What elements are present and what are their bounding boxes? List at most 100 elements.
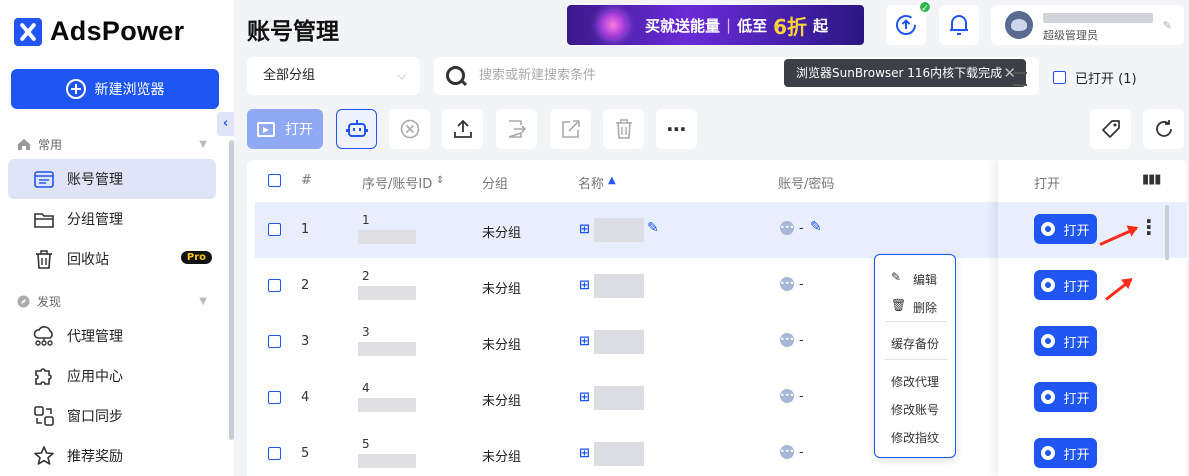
delete-button[interactable]	[603, 109, 644, 149]
section-discover-label: 发现	[37, 295, 62, 309]
row-group: 未分组	[482, 450, 522, 465]
upload-button[interactable]	[442, 109, 483, 149]
share-button[interactable]	[550, 109, 591, 149]
account-platform-icon: •••	[780, 389, 794, 403]
frozen-actions-column: 打开 ▮▮▮ 打开 打开 打开 打开 打开 · · ·	[998, 160, 1187, 476]
tag-icon	[1101, 120, 1120, 138]
sidebar-item-group-management[interactable]: 分组管理	[8, 199, 216, 239]
opened-label: 已打开 (1)	[1075, 72, 1137, 87]
redacted-name	[594, 442, 644, 466]
open-selected-button[interactable]: 打开	[247, 109, 323, 149]
sidebar-item-label: 回收站	[67, 252, 109, 268]
energy-gem-icon	[599, 11, 627, 39]
update-button[interactable]: ✓	[886, 0, 932, 45]
logo[interactable]: AdsPower	[14, 16, 184, 47]
row-account: -	[799, 277, 804, 292]
row-checkbox[interactable]	[268, 279, 281, 292]
open-profile-button[interactable]: 打开	[1034, 214, 1097, 244]
refresh-button[interactable]	[1143, 109, 1184, 149]
open-label: 打开	[285, 122, 313, 138]
col-name[interactable]: 名称	[578, 173, 604, 192]
column-settings-icon[interactable]: ▮▮▮	[1142, 172, 1161, 187]
row-checkbox[interactable]	[268, 447, 281, 460]
col-open: 打开	[1034, 177, 1061, 192]
menu-edit-account[interactable]: 修改账号	[891, 401, 939, 418]
edit-pencil-icon[interactable]: ✎	[1163, 19, 1172, 32]
open-profile-button[interactable]: 打开	[1034, 326, 1097, 356]
select-all-checkbox[interactable]	[268, 174, 281, 187]
menu-edit[interactable]: 编辑	[913, 271, 937, 288]
filter-icon[interactable]	[1013, 72, 1027, 86]
col-account: 账号/密码	[778, 177, 835, 192]
promo-banner[interactable]: 买就送能量 | 低至 6折 起	[567, 5, 864, 45]
row-account: -	[799, 333, 804, 348]
menu-delete[interactable]: 删除	[913, 299, 937, 316]
row-checkbox[interactable]	[268, 391, 281, 404]
sidebar-item-label: 窗口同步	[67, 409, 123, 425]
play-screen-icon	[257, 121, 275, 137]
sort-asc-icon[interactable]: ▲	[608, 175, 616, 186]
new-browser-label: 新建浏览器	[94, 82, 165, 98]
edit-name-icon[interactable]: ✎	[647, 220, 659, 236]
section-common[interactable]: 常用 ▼	[17, 136, 207, 153]
menu-cache-backup[interactable]: 缓存备份	[891, 335, 939, 352]
row-more-icon[interactable]: · · ·	[1145, 211, 1153, 243]
collapse-sidebar-chevron-icon[interactable]: ‹	[217, 112, 234, 136]
opened-filter-checkbox[interactable]: 已打开 (1)	[1053, 68, 1137, 87]
windows-icon: ⊞	[579, 278, 590, 293]
sidebar-item-proxy-management[interactable]: 代理管理	[8, 316, 216, 356]
tag-button[interactable]	[1090, 109, 1131, 149]
open-profile-button[interactable]: 打开	[1034, 270, 1097, 300]
rpa-robot-button[interactable]	[336, 109, 377, 149]
col-serial[interactable]: 序号/账号ID	[362, 173, 432, 192]
redacted-id	[358, 342, 416, 356]
row-number: 2	[301, 278, 310, 293]
banner-text-3: 起	[813, 16, 829, 35]
move-to-group-button[interactable]	[496, 109, 537, 149]
sidebar-item-referral-rewards[interactable]: 推荐奖励	[8, 436, 216, 476]
puzzle-icon	[33, 365, 55, 387]
group-select[interactable]: 全部分组 ⌵	[247, 57, 420, 95]
open-profile-button[interactable]: 打开	[1034, 382, 1097, 412]
star-icon	[33, 445, 55, 467]
move-icon	[508, 120, 526, 138]
edit-account-icon[interactable]: ✎	[810, 219, 822, 235]
redacted-name	[594, 218, 644, 242]
download-complete-toast: 浏览器SunBrowser 116内核下载完成 ✕	[784, 59, 1026, 87]
row-checkbox[interactable]	[268, 335, 281, 348]
user-profile[interactable]: 超级管理员 ✎	[991, 5, 1184, 45]
row-checkbox[interactable]	[268, 223, 281, 236]
row-group: 未分组	[482, 226, 522, 241]
sort-icon[interactable]: ⇕	[436, 175, 444, 186]
menu-edit-proxy[interactable]: 修改代理	[891, 373, 939, 390]
sidebar-item-label: 账号管理	[67, 172, 123, 188]
menu-edit-fingerprint[interactable]: 修改指纹	[891, 429, 939, 446]
sidebar-item-account-management[interactable]: 账号管理	[8, 159, 216, 199]
notifications-button[interactable]	[939, 5, 979, 45]
section-common-label: 常用	[38, 138, 63, 152]
row-number: 3	[301, 334, 310, 349]
table-scrollbar[interactable]	[1165, 205, 1169, 260]
row-serial: 4	[362, 381, 370, 395]
new-browser-button[interactable]: 新建浏览器	[11, 69, 219, 109]
row-serial: 2	[362, 269, 370, 283]
sunbrowser-icon	[1041, 278, 1056, 292]
sunbrowser-icon	[1041, 222, 1056, 236]
redacted-name	[594, 330, 644, 354]
account-platform-icon: •••	[780, 221, 794, 235]
windows-icon: ⊞	[579, 390, 590, 405]
close-browser-button[interactable]	[389, 109, 430, 149]
browser-window-icon	[33, 168, 55, 190]
sidebar-item-window-sync[interactable]: 窗口同步	[8, 396, 216, 436]
sidebar-item-recycle-bin[interactable]: 回收站 Pro	[8, 239, 216, 279]
checkbox[interactable]	[1053, 71, 1066, 84]
user-role: 超级管理员	[1043, 29, 1098, 42]
section-discover[interactable]: 发现 ▼	[17, 293, 207, 310]
more-actions-button[interactable]: ⋯	[656, 109, 697, 149]
sidebar-item-app-center[interactable]: 应用中心	[8, 356, 216, 396]
compass-icon	[17, 295, 30, 308]
toast-text: 浏览器SunBrowser 116内核下载完成	[796, 66, 1003, 80]
open-profile-button[interactable]: 打开	[1034, 438, 1097, 468]
redacted-username	[1043, 13, 1153, 23]
row-group: 未分组	[482, 282, 522, 297]
